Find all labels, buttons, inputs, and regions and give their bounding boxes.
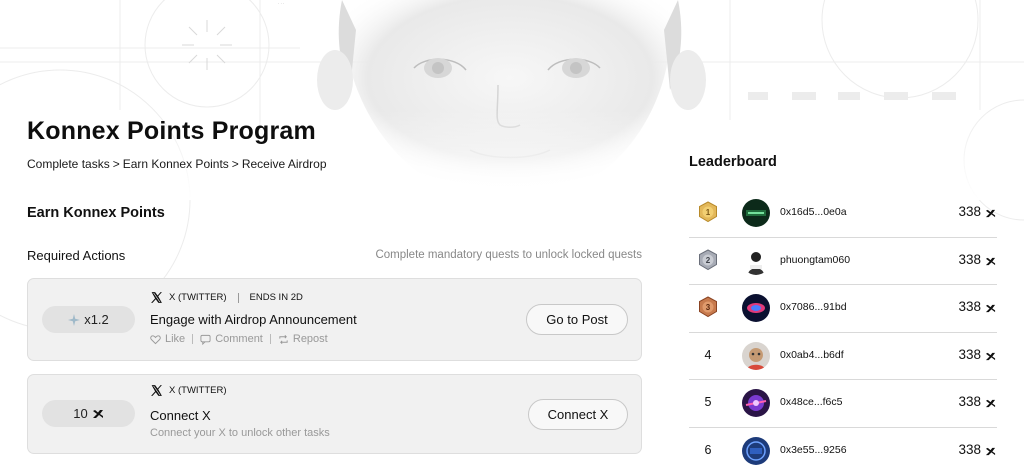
task-actions-row: Like Comment Repost [150,333,328,345]
task-card-connect-x: 10 X (TWITTER) Connect X Connect your X … [27,374,642,454]
breadcrumb-step-2: Earn Konnex Points [122,157,229,171]
leaderboard-points: 338 [958,204,981,219]
reward-value: x1.2 [84,312,109,327]
required-actions-hint: Complete mandatory quests to unlock lock… [375,249,642,261]
task-action-repost: Repost [278,333,328,345]
page-title: Konnex Points Program [27,117,316,145]
leaderboard-username: 0x48ce...f6c5 [780,396,843,408]
task-action-label: Like [165,333,186,345]
leaderboard-row[interactable]: 1 0x16d5...0e0a 338 [689,190,997,238]
rank-number: 3 [706,303,711,312]
x-logo-icon [151,385,162,396]
rank-number: 2 [706,256,711,265]
divider [237,292,239,303]
rank-number: 6 [704,442,712,457]
konnex-points-icon [985,304,996,313]
konnex-points-icon [985,257,996,265]
bronze-medal-icon: 3 [697,296,719,318]
avatar [742,436,770,465]
leaderboard-row[interactable]: 6 0x3e55...9256 338 [689,428,997,469]
konnex-points-icon [92,409,103,418]
task-subtitle: Connect your X to unlock other tasks [150,427,330,439]
avatar [742,341,770,370]
breadcrumb-step-1: Complete tasks [27,157,110,171]
task-action-label: Comment [215,333,263,345]
konnex-points-icon [985,447,996,455]
leaderboard-username: 0x3e55...9256 [780,443,847,456]
leaderboard-points: 338 [958,346,981,362]
leaderboard-username: 0x16d5...0e0a [780,206,847,218]
task-title: Engage with Airdrop Announcement [150,312,357,327]
leaderboard-points: 338 [958,394,981,409]
breadcrumb-separator: > [112,157,120,171]
leaderboard-row[interactable]: 2 phuongtam060 338 [689,238,997,285]
required-actions-title: Required Actions [27,248,126,263]
go-to-post-button[interactable]: Go to Post [526,304,628,335]
task-card-airdrop-announcement: x1.2 X (TWITTER) ENDS IN 2D Engage with … [27,278,642,361]
leaderboard-row[interactable]: 4 0x0ab4...b6df 338 [689,333,997,380]
leaderboard-points: 338 [958,299,981,314]
task-platform-row: X (TWITTER) ENDS IN 2D [150,291,303,304]
sparkle-icon [68,313,81,326]
leaderboard-points: 338 [958,441,981,457]
konnex-points-icon [985,352,996,360]
leaderboard-row[interactable]: 5 0x48ce...f6c5 338 [689,380,997,428]
leaderboard-title: Leaderboard [689,154,777,170]
konnex-points-icon [985,209,996,218]
avatar [742,294,770,322]
connect-x-button[interactable]: Connect X [528,399,628,430]
gold-medal-icon: 1 [697,201,719,223]
leaderboard-list: 1 0x16d5...0e0a 338 2 phuongtam060 338 3 [689,190,997,469]
leaderboard-username: 0x0ab4...b6df [780,348,844,361]
rank-number: 5 [704,395,712,409]
divider [192,334,194,344]
task-action-comment: Comment [200,333,263,345]
avatar [742,246,770,275]
task-deadline: ENDS IN 2D [249,292,303,303]
main-content: Konnex Points Program Complete tasks > Ear… [0,0,1024,469]
leaderboard-username: phuongtam060 [780,253,851,266]
reward-value: 10 [73,406,88,421]
repost-icon [279,334,288,344]
x-logo-icon [151,292,162,303]
avatar [742,389,770,417]
rank-number: 1 [706,208,711,217]
reward-points-badge: 10 [42,400,135,427]
silver-medal-icon: 2 [697,248,719,271]
comment-icon [200,334,211,345]
breadcrumb: Complete tasks > Earn Konnex Points > Receiv… [27,157,327,171]
breadcrumb-separator: > [231,157,239,171]
konnex-points-icon [985,399,996,408]
reward-multiplier-badge: x1.2 [42,306,135,333]
task-platform-label: X (TWITTER) [169,385,227,396]
rank-number: 4 [704,347,712,362]
earn-section-title: Earn Konnex Points [27,205,165,221]
avatar [742,199,770,227]
leaderboard-row[interactable]: 3 0x7086...91bd 338 [689,285,997,333]
breadcrumb-step-3: Receive Airdrop [241,157,327,171]
leaderboard-points: 338 [958,251,981,267]
task-platform-label: X (TWITTER) [169,292,227,303]
task-action-label: Repost [292,333,328,345]
task-action-like: Like [150,333,185,345]
task-title: Connect X [150,408,211,423]
heart-icon [150,334,161,344]
divider [269,334,271,344]
task-platform-row: X (TWITTER) [150,384,227,397]
leaderboard-username: 0x7086...91bd [780,301,847,313]
